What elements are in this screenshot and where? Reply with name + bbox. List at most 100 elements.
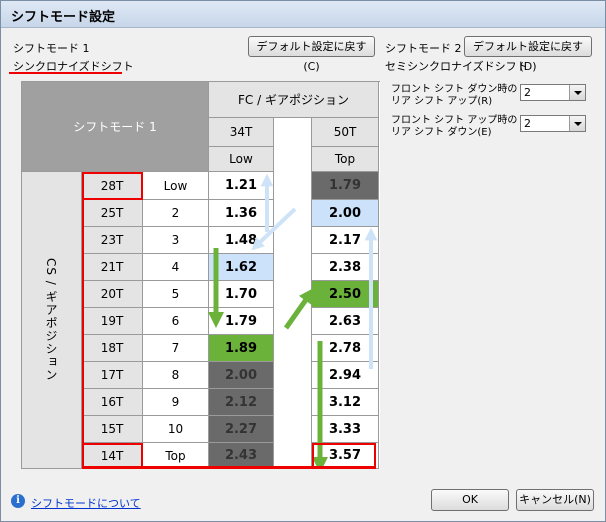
fc-header: FC / ギアポジション <box>209 82 379 118</box>
mode2-setting2-select[interactable]: 2 <box>520 115 586 132</box>
cs-teeth-cell-label: 15T <box>100 422 124 436</box>
cs-pos-cell-label: 9 <box>171 395 180 409</box>
cs-teeth-cell-label: 19T <box>100 314 124 328</box>
ratio-50-cell: 2.38 <box>312 254 379 281</box>
cs-pos-cell-label: 3 <box>171 233 180 247</box>
ratio-50-cell: 2.63 <box>312 308 379 335</box>
cs-teeth-cell: 21T <box>82 254 143 281</box>
ratio-50-cell-label: 2.63 <box>328 313 362 329</box>
cs-pos-cell: Low <box>143 172 209 200</box>
mode2-setting1-label-2: リア シフト アップ(R) <box>391 96 493 107</box>
chevron-down-icon[interactable] <box>569 85 585 100</box>
ratio-50-cell-label: 2.00 <box>328 205 362 221</box>
cs-teeth-cell: 25T <box>82 200 143 227</box>
ratio-34-cell: 1.48 <box>209 227 274 254</box>
cs-teeth-cell-label: 23T <box>100 233 124 247</box>
help-link[interactable]: シフトモードについて <box>31 495 141 511</box>
fc-col-pos-top-label: Top <box>334 152 356 166</box>
ratio-50-cell-label: 2.17 <box>328 232 362 248</box>
chevron-down-icon[interactable] <box>569 116 585 131</box>
cs-teeth-cell-label: 20T <box>100 287 124 301</box>
ratio-34-cell: 1.21 <box>209 172 274 200</box>
ratio-34-cell: 2.12 <box>209 389 274 416</box>
table-bottom-red-line <box>82 466 376 469</box>
cs-pos-cell: 6 <box>143 308 209 335</box>
cs-pos-cell: 10 <box>143 416 209 443</box>
ratio-50-cell-label: 2.38 <box>328 259 362 275</box>
cs-teeth-cell: 16T <box>82 389 143 416</box>
fc-header-label: FC / ギアポジション <box>238 93 349 107</box>
ratio-50-cell-label: 1.79 <box>328 178 362 193</box>
ratio-34-cell-label: 2.43 <box>224 448 258 463</box>
cs-pos-cell: 5 <box>143 281 209 308</box>
cs-teeth-cell-label: 17T <box>100 368 124 382</box>
fc-col-teeth-50-label: 50T <box>333 125 357 139</box>
mode2-setting1-select[interactable]: 2 <box>520 84 586 101</box>
table-corner: シフトモード 1 <box>22 82 209 172</box>
cs-pos-cell-label: 4 <box>171 260 180 274</box>
ratio-50-cell-label: 2.94 <box>328 367 362 383</box>
ratio-34-cell-label: 1.62 <box>224 259 258 275</box>
mode1-reset-button[interactable]: デフォルト設定に戻す(C) <box>248 36 375 73</box>
ratio-34-cell-label: 2.00 <box>224 367 258 383</box>
ratio-34-cell-label: 1.36 <box>224 205 258 221</box>
ratio-50-cell-label: 2.78 <box>328 340 362 356</box>
cs-pos-cell: 7 <box>143 335 209 362</box>
mode2-label: シフトモード 2 <box>385 42 462 55</box>
mode2-setting1-value: 2 <box>524 86 531 99</box>
cs-teeth-cell-label: 18T <box>100 341 124 355</box>
ratio-50-cell: 2.94 <box>312 362 379 389</box>
ratio-50-cell: 3.12 <box>312 389 379 416</box>
ratio-34-cell: 1.62 <box>209 254 274 281</box>
mode2-value: セミシンクロナイズドシフト <box>385 60 528 73</box>
cs-pos-cell-label: 10 <box>167 422 184 436</box>
cs-teeth-cell-label: 25T <box>100 206 124 220</box>
ratio-50-cell: 2.17 <box>312 227 379 254</box>
ratio-50-cell: 3.33 <box>312 416 379 443</box>
ratio-34-cell-label: 1.79 <box>224 313 258 329</box>
ratio-50-cell: 2.50 <box>312 281 379 308</box>
cs-teeth-cell: 15T <box>82 416 143 443</box>
cs-teeth-cell: 19T <box>82 308 143 335</box>
ok-button[interactable]: OK <box>431 489 509 511</box>
mode2-setting2-value: 2 <box>524 117 531 130</box>
cs-pos-cell: 4 <box>143 254 209 281</box>
cs-header: CS / ギアポジション <box>22 172 82 469</box>
cs-teeth-cell: 18T <box>82 335 143 362</box>
cs-teeth-cell: 17T <box>82 362 143 389</box>
cs-pos-cell: 9 <box>143 389 209 416</box>
ratio-34-cell-label: 1.70 <box>224 286 258 302</box>
fc-col-teeth-50: 50T <box>312 118 379 147</box>
cs-pos-cell-label: 6 <box>171 314 180 328</box>
ratio-50-cell: 2.00 <box>312 200 379 227</box>
ratio-50-cell-label: 2.50 <box>328 286 362 302</box>
fc-col-pos-low-label: Low <box>229 152 253 166</box>
title-bar: シフトモード設定 <box>1 1 605 28</box>
ratio-50-cell-label: 3.33 <box>328 421 362 437</box>
cs-teeth-cell-label: 16T <box>100 395 124 409</box>
ratio-34-cell: 2.00 <box>209 362 274 389</box>
cs-teeth-cell: 23T <box>82 227 143 254</box>
table-gap-column <box>274 118 312 469</box>
gear-ratio-table: シフトモード 1 FC / ギアポジション 34T Low 50T Top CS… <box>21 81 380 469</box>
window-title: シフトモード設定 <box>11 10 116 25</box>
cs-pos-cell-label: 5 <box>171 287 180 301</box>
cs-pos-cell-label: Top <box>165 448 186 463</box>
ratio-34-cell-label: 1.89 <box>224 340 258 356</box>
mode1-underline <box>9 72 122 74</box>
ratio-34-cell-label: 1.48 <box>224 232 258 248</box>
cs-pos-cell-label: 8 <box>171 368 180 382</box>
fc-col-pos-low: Low <box>209 147 274 172</box>
ratio-34-cell: 1.36 <box>209 200 274 227</box>
fc-col-teeth-34-label: 34T <box>229 125 253 139</box>
ratio-34-cell-label: 1.21 <box>224 178 258 193</box>
fc-col-pos-top: Top <box>312 147 379 172</box>
ratio-50-cell: 2.78 <box>312 335 379 362</box>
ratio-34-cell-label: 2.12 <box>224 394 258 410</box>
cs-pos-cell: 3 <box>143 227 209 254</box>
cs-pos-cell: 8 <box>143 362 209 389</box>
mode1-label: シフトモード 1 <box>13 42 90 55</box>
cancel-button[interactable]: キャンセル(N) <box>516 489 594 511</box>
mode2-reset-button[interactable]: デフォルト設定に戻す(D) <box>464 36 592 73</box>
cs-pos-cell: 2 <box>143 200 209 227</box>
